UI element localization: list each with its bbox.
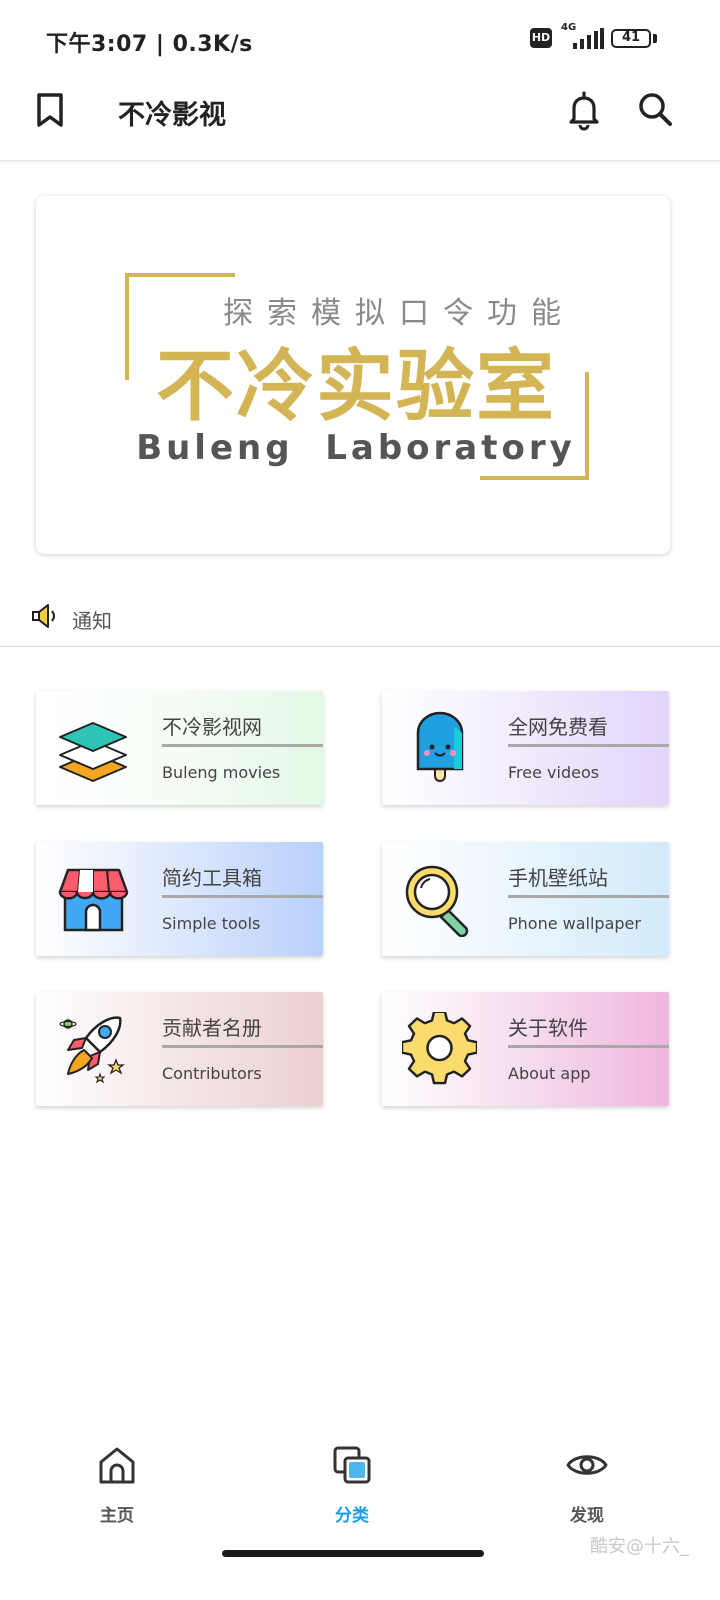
card-phone-wallpaper[interactable]: 手机壁纸站 Phone wallpaper — [382, 842, 669, 956]
battery-icon: 41 — [611, 29, 651, 48]
watermark: 酷安@十六_ — [590, 1536, 689, 1557]
category-icon — [333, 1446, 371, 1484]
status-bar: 下午3:07 | 0.3K/s HD 4G 41 — [0, 0, 720, 78]
card-contributors[interactable]: 贡献者名册 Contributors — [36, 992, 323, 1106]
card-subtitle: Simple tools — [162, 914, 261, 933]
layers-icon — [59, 722, 127, 782]
speaker-icon — [32, 604, 55, 628]
nav-label: 主页 — [100, 1506, 134, 1526]
rocket-icon — [59, 1016, 125, 1084]
banner-title: 不冷实验室 — [155, 342, 556, 432]
status-time: 下午3:07 | 0.3K/s — [46, 32, 253, 57]
nav-discover[interactable]: 发现 — [527, 1441, 647, 1531]
notice-label: 通知 — [72, 609, 112, 633]
signal-icon — [573, 28, 604, 49]
home-indicator[interactable] — [222, 1550, 484, 1557]
bottom-nav: 主页 分类 发现 — [0, 1425, 720, 1535]
card-about-app[interactable]: 关于软件 About app — [382, 992, 669, 1106]
card-title: 关于软件 — [508, 1016, 588, 1040]
card-divider — [508, 744, 669, 747]
search-icon[interactable] — [633, 88, 677, 132]
card-title: 贡献者名册 — [162, 1016, 262, 1040]
page-title: 不冷影视 — [118, 100, 226, 131]
card-title: 不冷影视网 — [162, 715, 262, 739]
popsicle-icon — [416, 711, 464, 782]
card-subtitle: Buleng movies — [162, 763, 281, 782]
card-buleng-movies[interactable]: 不冷影视网 Buleng movies — [36, 691, 323, 805]
hd-badge: HD — [530, 28, 552, 48]
battery-cap — [653, 34, 657, 43]
nav-label: 发现 — [570, 1506, 604, 1526]
gear-icon — [402, 1012, 477, 1085]
card-title: 手机壁纸站 — [508, 866, 608, 890]
card-title: 简约工具箱 — [162, 866, 262, 890]
card-simple-tools[interactable]: 简约工具箱 Simple tools — [36, 842, 323, 956]
card-divider — [508, 1045, 669, 1048]
card-divider — [162, 1045, 323, 1048]
card-divider — [162, 895, 323, 898]
card-subtitle: Phone wallpaper — [508, 914, 641, 933]
card-title: 全网免费看 — [508, 715, 608, 739]
magnifier-icon — [405, 865, 469, 937]
card-subtitle: About app — [508, 1064, 591, 1083]
banner[interactable]: 探索模拟口令功能 不冷实验室 Buleng Laboratory — [36, 196, 670, 554]
app-bar — [0, 78, 720, 161]
card-subtitle: Contributors — [162, 1064, 262, 1083]
eye-icon — [566, 1455, 608, 1475]
bookmark-icon[interactable] — [28, 88, 72, 132]
home-icon — [99, 1447, 135, 1484]
battery-percent: 41 — [621, 30, 641, 45]
banner-english: Buleng Laboratory — [136, 428, 576, 468]
bell-icon[interactable] — [562, 88, 606, 132]
card-divider — [508, 895, 669, 898]
nav-category[interactable]: 分类 — [292, 1441, 412, 1531]
card-subtitle: Free videos — [508, 763, 600, 782]
card-free-videos[interactable]: 全网免费看 Free videos — [382, 691, 669, 805]
nav-home[interactable]: 主页 — [57, 1441, 177, 1531]
card-divider — [162, 744, 323, 747]
nav-label: 分类 — [335, 1506, 369, 1526]
shop-icon — [58, 868, 129, 932]
